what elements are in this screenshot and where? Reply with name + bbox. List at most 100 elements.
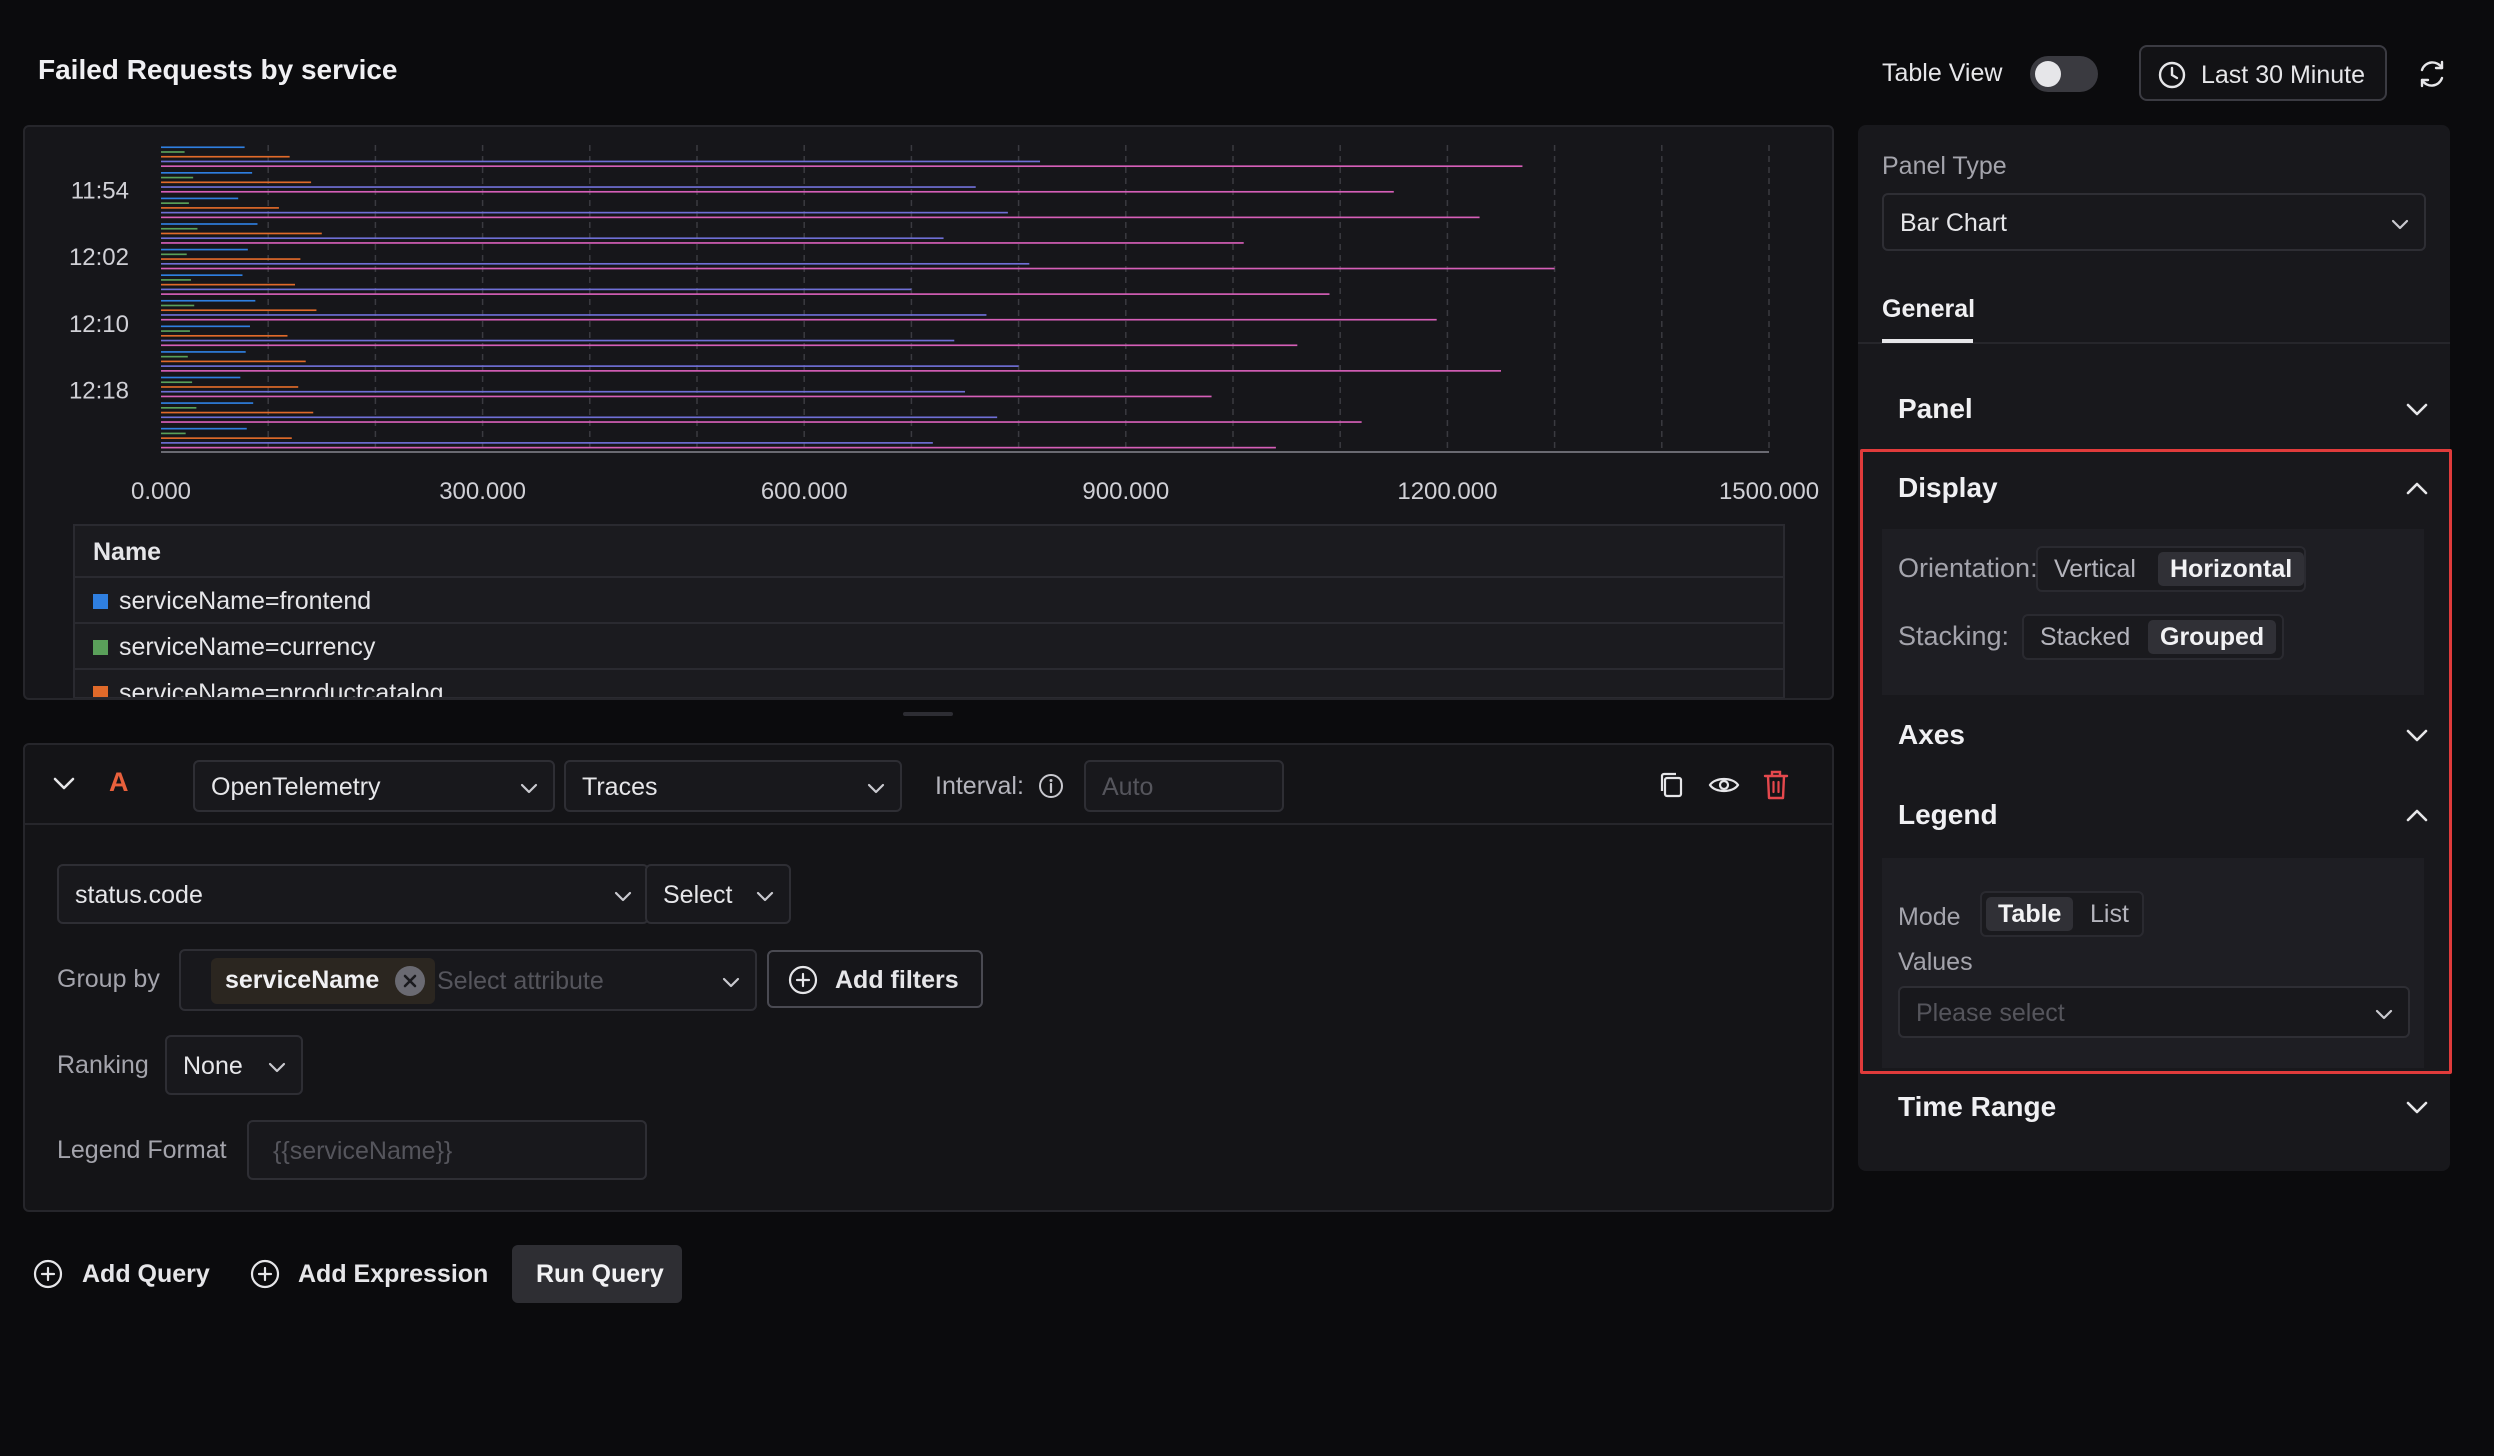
- x-tick-label: 900.000: [1082, 478, 1169, 505]
- x-tick-label: 0.000: [131, 478, 191, 505]
- bar: [161, 406, 197, 409]
- interval-label: Interval:: [935, 772, 1024, 800]
- bar: [161, 318, 1437, 321]
- plus-circle-icon: [788, 965, 818, 995]
- datasource-select[interactable]: OpenTelemetry: [193, 760, 555, 812]
- stacking-option-stacked[interactable]: Stacked: [2028, 620, 2142, 654]
- bar: [161, 151, 185, 153]
- bar: [161, 365, 1019, 367]
- stacking-option-grouped[interactable]: Grouped: [2148, 620, 2277, 654]
- section-axes[interactable]: Axes: [1898, 719, 1965, 751]
- bar: [161, 223, 258, 225]
- values-select[interactable]: Please select: [1898, 986, 2410, 1038]
- time-range-button[interactable]: Last 30 Minute: [2139, 45, 2387, 101]
- bar: [161, 314, 987, 316]
- page-title: Failed Requests by service: [38, 54, 398, 85]
- bar: [161, 207, 279, 209]
- bar: [161, 427, 247, 430]
- mode-option-list[interactable]: List: [2078, 897, 2141, 931]
- signal-select[interactable]: Traces: [564, 760, 902, 812]
- values-label: Values: [1898, 948, 1973, 976]
- chevron-down-icon: [268, 1062, 286, 1073]
- collapse-chevron-icon[interactable]: [51, 773, 77, 793]
- mode-label: Mode: [1898, 903, 1961, 931]
- section-time-range[interactable]: Time Range: [1898, 1091, 2056, 1123]
- ranking-select[interactable]: None: [165, 1035, 303, 1095]
- legend-row-label: serviceName=frontend: [119, 587, 372, 615]
- legend-header: Name: [75, 526, 1783, 578]
- tab-general[interactable]: General: [1882, 295, 1975, 324]
- add-query-button[interactable]: Add Query: [82, 1260, 210, 1289]
- legend-row[interactable]: serviceName=frontend: [75, 578, 1783, 624]
- bar: [161, 237, 944, 240]
- legend-swatch: [93, 640, 108, 655]
- legend-row[interactable]: serviceName=currency: [75, 624, 1783, 670]
- orientation-option-vertical[interactable]: Vertical: [2042, 552, 2148, 586]
- chevron-down-icon[interactable]: [2404, 723, 2430, 749]
- add-expression-button[interactable]: Add Expression: [298, 1260, 488, 1289]
- bar: [161, 416, 998, 419]
- trash-icon[interactable]: [1761, 768, 1791, 802]
- time-range-label: Last 30 Minute: [2201, 61, 2365, 89]
- legend-format-input[interactable]: {{serviceName}}: [247, 1120, 647, 1180]
- copy-icon[interactable]: [1656, 769, 1688, 801]
- group-by-label: Group by: [57, 965, 160, 993]
- y-tick-label: 12:18: [69, 378, 129, 405]
- mode-segmented: Table List: [1980, 891, 2144, 937]
- bar: [161, 355, 188, 358]
- bar: [161, 304, 195, 307]
- group-by-placeholder: Select attribute: [437, 967, 604, 995]
- bar: [161, 155, 290, 158]
- group-by-chip-label: serviceName: [225, 966, 380, 994]
- remove-chip-icon[interactable]: [395, 966, 425, 996]
- eye-icon[interactable]: [1707, 769, 1741, 801]
- x-tick-label: 1500.000: [1719, 478, 1819, 505]
- x-tick-label: 300.000: [439, 478, 526, 505]
- add-filters-button[interactable]: Add filters: [767, 950, 983, 1008]
- aggregate-value: Select: [663, 881, 733, 909]
- bar: [161, 402, 254, 404]
- orientation-option-horizontal[interactable]: Horizontal: [2158, 552, 2305, 586]
- bar: [161, 442, 933, 444]
- query-panel: A OpenTelemetry Traces Interval: Auto st…: [23, 743, 1834, 1212]
- mode-option-table[interactable]: Table: [1986, 897, 2074, 931]
- legend-format-label: Legend Format: [57, 1136, 227, 1164]
- stacking-label: Stacking:: [1898, 621, 2010, 651]
- section-panel[interactable]: Panel: [1898, 393, 1973, 425]
- bar: [161, 227, 198, 230]
- run-query-button[interactable]: Run Query: [512, 1245, 682, 1303]
- panel-type-select[interactable]: Bar Chart: [1882, 193, 2426, 251]
- add-filters-label: Add filters: [835, 966, 959, 994]
- ranking-value: None: [183, 1052, 243, 1080]
- legend-swatch: [93, 594, 108, 609]
- bar: [161, 242, 1244, 244]
- table-view-toggle[interactable]: [2030, 56, 2098, 92]
- chevron-up-icon[interactable]: [2404, 802, 2430, 828]
- legend-format-placeholder: {{serviceName}}: [273, 1137, 453, 1165]
- stacking-segmented: Stacked Grouped: [2022, 614, 2284, 660]
- chevron-down-icon[interactable]: [2404, 1095, 2430, 1121]
- x-tick-label: 600.000: [761, 478, 848, 505]
- chevron-up-icon[interactable]: [2404, 475, 2430, 501]
- metric-select[interactable]: status.code: [57, 864, 649, 924]
- chevron-down-icon: [756, 891, 774, 902]
- section-display[interactable]: Display: [1898, 472, 1998, 504]
- plus-circle-icon[interactable]: [249, 1258, 281, 1290]
- bar: [161, 253, 187, 256]
- bar: [161, 376, 241, 379]
- bar: [161, 176, 194, 179]
- legend-row[interactable]: serviceName=productcatalog: [75, 670, 1783, 697]
- section-legend[interactable]: Legend: [1898, 799, 1998, 831]
- y-tick-label: 11:54: [71, 177, 129, 204]
- bar: [161, 283, 295, 286]
- clock-icon: [2158, 61, 2186, 89]
- bar: [161, 181, 312, 184]
- refresh-icon[interactable]: [2416, 58, 2448, 90]
- aggregate-select[interactable]: Select: [645, 864, 791, 924]
- resize-handle[interactable]: [903, 712, 953, 716]
- plus-circle-icon[interactable]: [32, 1258, 64, 1290]
- orientation-label: Orientation:: [1898, 553, 2038, 583]
- bar: [161, 216, 1480, 219]
- interval-input[interactable]: Auto: [1084, 760, 1284, 812]
- chevron-down-icon[interactable]: [2404, 397, 2430, 423]
